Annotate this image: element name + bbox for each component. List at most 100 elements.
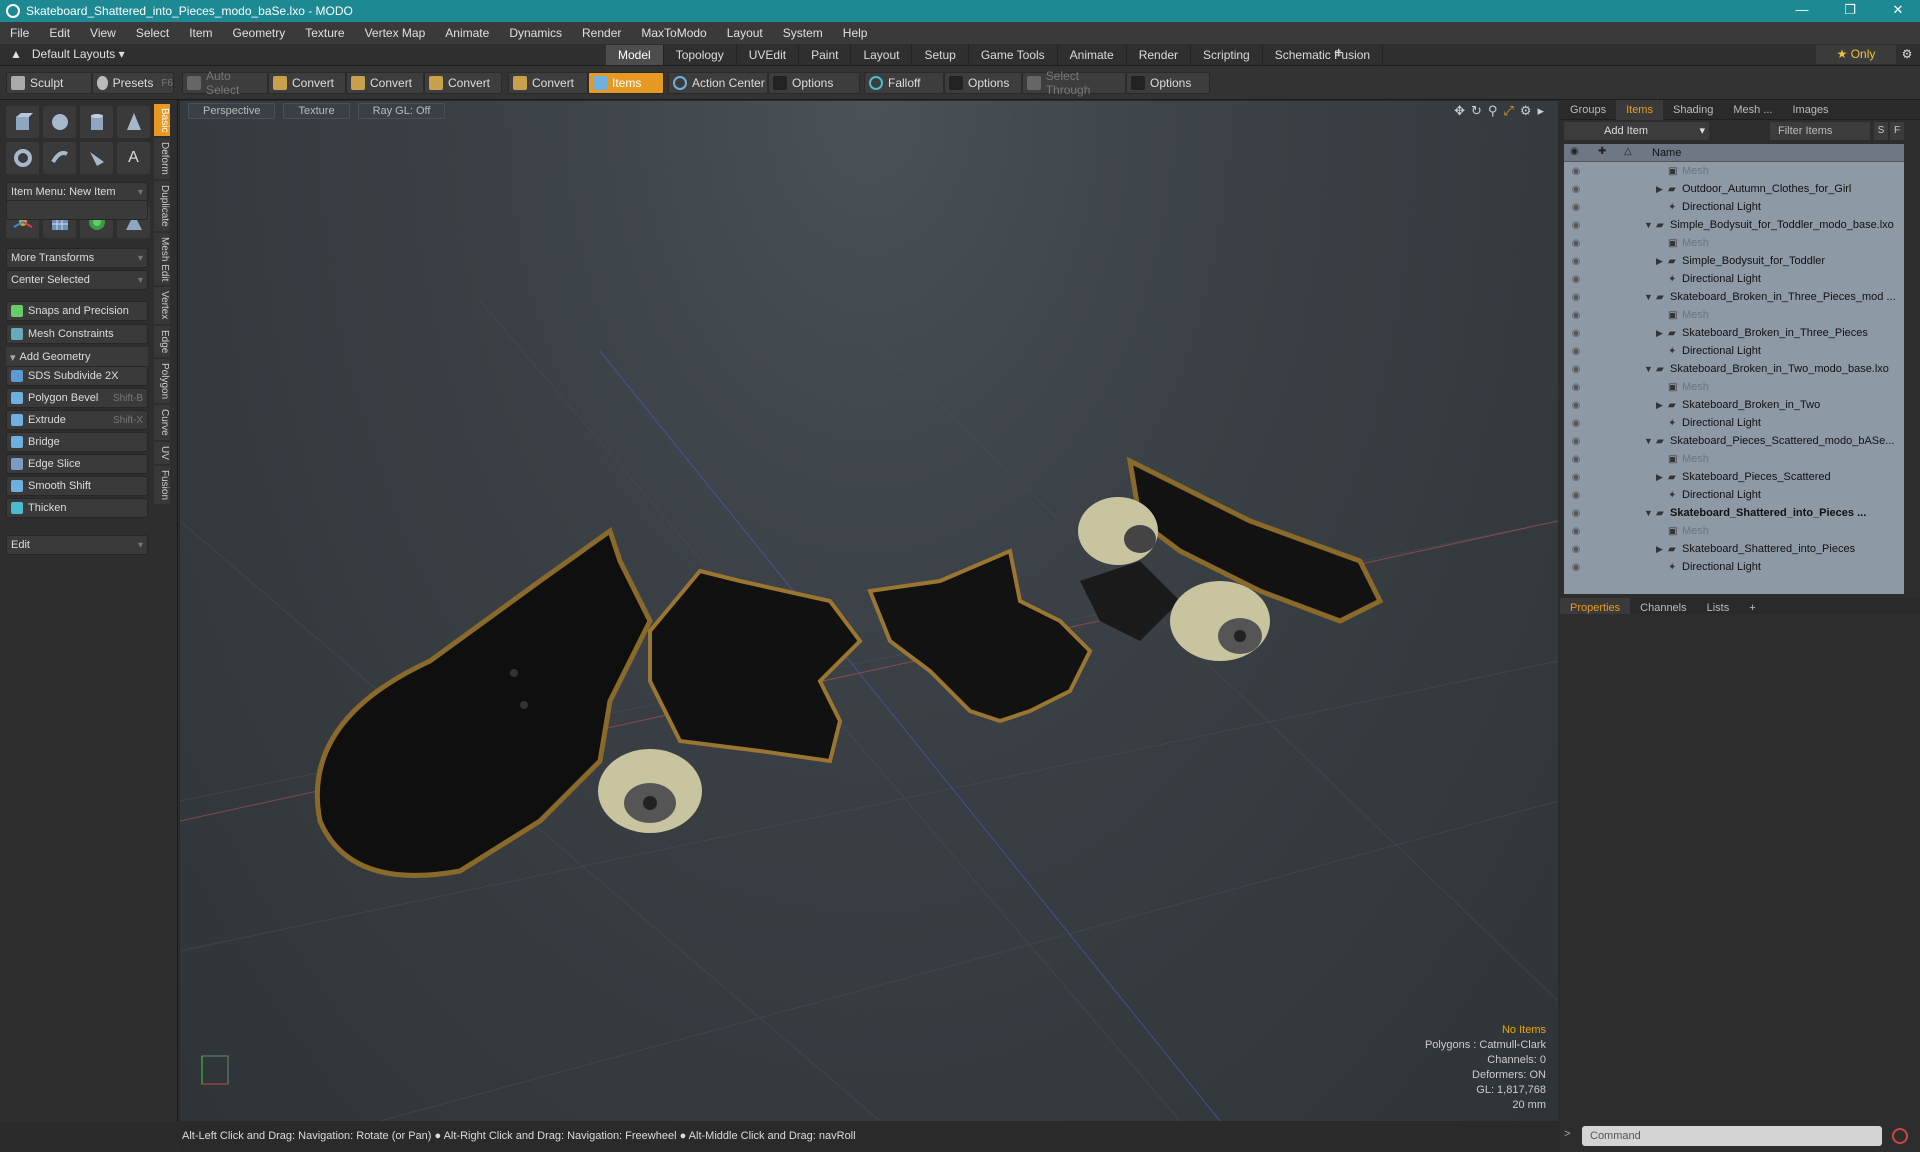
layouts-dropdown[interactable]: ▲ Default Layouts ▾ [10,47,125,61]
tab-scripting[interactable]: Scripting [1191,45,1263,65]
vtab-duplicate[interactable]: Duplicate [154,181,170,231]
select-through-button[interactable]: Select Through [1022,69,1126,97]
filter-items-input[interactable]: Filter Items [1770,122,1870,140]
pan-icon[interactable]: ✥ [1454,103,1465,119]
3d-viewport[interactable]: Perspective Texture Ray GL: Off ✥ ↻ ⚲ ⤢ … [180,101,1558,1121]
tab-images[interactable]: Images [1782,100,1838,120]
light-row[interactable]: ◉ ✦ Directional Light [1564,270,1904,288]
vtab-curve[interactable]: Curve [154,405,170,440]
menu-file[interactable]: File [0,26,39,40]
menu-vertex-map[interactable]: Vertex Map [355,26,436,40]
falloff-button[interactable]: Falloff [864,72,944,94]
zoom-icon[interactable]: ⚲ [1488,103,1498,119]
convert-edges-button[interactable]: Convert [346,72,424,94]
item-row[interactable]: ◉ ▼ ▰ Skateboard_Broken_in_Three_Pieces_mod… [1564,288,1904,306]
action-center-button[interactable]: Action Center [668,72,768,94]
light-row[interactable]: ◉ ✦ Directional Light [1564,558,1904,576]
menu-animate[interactable]: Animate [435,26,499,40]
select-options-button[interactable]: Options [1126,72,1210,94]
center-selected-dropdown[interactable]: Center Selected ▾ [6,270,148,290]
expand-arrow-icon[interactable]: ▼ [1644,436,1653,446]
visibility-eye-icon[interactable]: ◉ [1570,400,1582,411]
presets-button[interactable]: Presets F6 [92,72,174,94]
menu-system[interactable]: System [773,26,833,40]
visibility-eye-icon[interactable]: ◉ [1570,346,1582,357]
visibility-eye-icon[interactable]: ◉ [1570,292,1582,303]
falloff-options-button[interactable]: Options [944,72,1022,94]
close-icon[interactable]: ✕ [1878,0,1918,22]
vtab-uv[interactable]: UV [154,441,170,464]
visibility-eye-icon[interactable]: ◉ [1570,274,1582,285]
fit-icon[interactable]: ⤢ [1503,103,1513,119]
menu-geometry[interactable]: Geometry [223,26,296,40]
visibility-eye-icon[interactable]: ◉ [1570,418,1582,429]
sphere-icon[interactable] [43,106,76,138]
pen-icon[interactable] [80,142,113,174]
menu-maxtomodo[interactable]: MaxToModo [631,26,716,40]
visibility-eye-icon[interactable]: ◉ [1570,310,1582,321]
tab-items[interactable]: Items [1616,99,1663,120]
convert-items-button[interactable]: Convert [508,72,588,94]
visibility-eye-icon[interactable]: ◉ [1570,202,1582,213]
add-tab-icon[interactable]: + [1334,45,1343,63]
viewport-gear-icon[interactable]: ⚙ [1520,103,1532,119]
visibility-eye-icon[interactable]: ◉ [1570,328,1582,339]
item-row[interactable]: ◉ ▶ ▰ Skateboard_Pieces_Scattered [1564,468,1904,486]
tab-layout[interactable]: Layout [851,45,913,65]
cylinder-icon[interactable] [80,106,113,138]
tool-extrude[interactable]: Extrude Shift-X [6,410,148,430]
item-row[interactable]: ◉ ▶ ▰ Skateboard_Broken_in_Three_Pieces [1564,324,1904,342]
tab-setup[interactable]: Setup [912,45,969,65]
text-icon[interactable]: A [117,142,150,174]
menu-select[interactable]: Select [126,26,179,40]
visibility-eye-icon[interactable]: ◉ [1570,472,1582,483]
add-item-dropdown[interactable]: Add Item ▾ [1564,122,1709,140]
visibility-eye-icon[interactable]: ◉ [1570,562,1582,573]
expand-arrow-icon[interactable]: ▼ [1644,364,1653,374]
menu-texture[interactable]: Texture [295,26,354,40]
tab-topology[interactable]: Topology [664,45,737,65]
menu-layout[interactable]: Layout [717,26,773,40]
auto-select-button[interactable]: Auto Select [182,69,268,97]
expand-arrow-icon[interactable]: ▶ [1656,544,1663,555]
menu-render[interactable]: Render [572,26,631,40]
visibility-eye-icon[interactable]: ◉ [1570,238,1582,249]
visibility-eye-icon[interactable]: ◉ [1570,454,1582,465]
expand-arrow-icon[interactable]: ▶ [1656,400,1663,411]
item-row[interactable]: ◉ ▼ ▰ Skateboard_Shattered_into_Pieces ... [1564,504,1904,522]
tool-smooth-shift[interactable]: Smooth Shift [6,476,148,496]
options-button[interactable]: Options [768,72,860,94]
f-filter-button[interactable]: F [1890,122,1904,140]
tab-mesh-[interactable]: Mesh ... [1723,100,1782,120]
sculpt-button[interactable]: Sculpt [6,72,92,94]
menu-view[interactable]: View [80,26,126,40]
vtab-deform[interactable]: Deform [154,138,170,180]
tool-bridge[interactable]: Bridge [6,432,148,452]
item-menu-dropdown[interactable]: Item Menu: New Item ▾ [6,182,148,202]
gear-icon[interactable]: ⚙ [1896,45,1918,64]
item-row[interactable]: ◉ ▶ ▰ Simple_Bodysuit_for_Toddler [1564,252,1904,270]
more-transforms-dropdown[interactable]: More Transforms ▾ [6,248,148,268]
add-geometry-header[interactable]: ▾ Add Geometry [6,347,148,367]
expand-icon[interactable]: ▸ [1537,103,1544,119]
mesh-row[interactable]: ◉ ▣ Mesh [1564,234,1904,252]
only-toggle[interactable]: ★ Only [1816,45,1896,64]
item-row[interactable]: ◉ ▼ ▰ Skateboard_Broken_in_Two_modo_base.lx… [1564,360,1904,378]
light-row[interactable]: ◉ ✦ Directional Light [1564,486,1904,504]
visibility-eye-icon[interactable]: ◉ [1570,256,1582,267]
visibility-eye-icon[interactable]: ◉ [1570,184,1582,195]
torus-icon[interactable] [6,142,39,174]
tab-render[interactable]: Render [1127,45,1192,65]
visibility-eye-icon[interactable]: ◉ [1570,526,1582,537]
tab-model[interactable]: Model [606,45,664,65]
vtab-edge[interactable]: Edge [154,325,170,358]
menu-edit[interactable]: Edit [39,26,80,40]
visibility-eye-icon[interactable]: ◉ [1570,166,1582,177]
shading-dropdown[interactable]: Texture [283,103,350,119]
tab-paint[interactable]: Paint [799,45,852,65]
edit-dropdown[interactable]: Edit ▾ [6,535,148,555]
tool-thicken[interactable]: Thicken [6,498,148,518]
menu-help[interactable]: Help [833,26,878,40]
item-row[interactable]: ◉ ▶ ▰ Outdoor_Autumn_Clothes_for_Girl [1564,180,1904,198]
mesh-row[interactable]: ◉ ▣ Mesh [1564,522,1904,540]
